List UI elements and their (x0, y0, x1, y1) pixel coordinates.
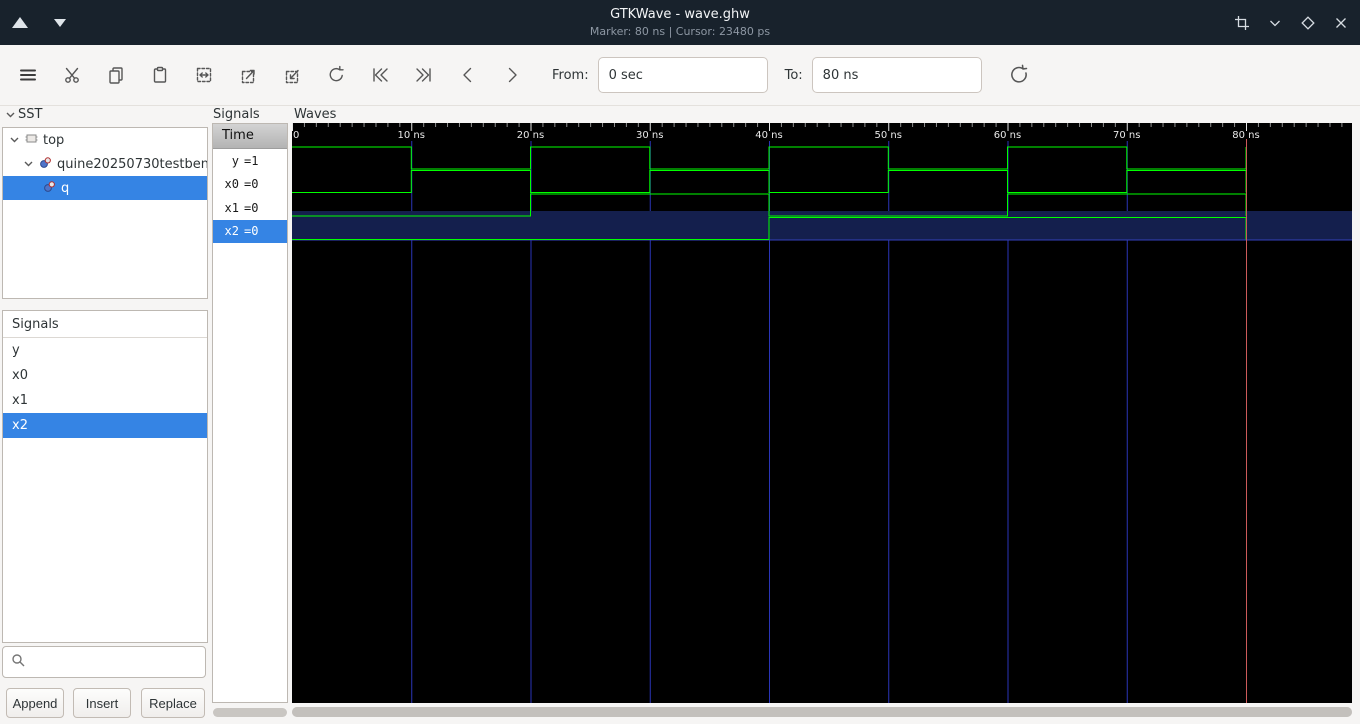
component-icon (43, 180, 56, 197)
waves-pane-label: Waves (294, 107, 337, 122)
cut-icon[interactable] (53, 56, 91, 94)
paste-icon[interactable] (141, 56, 179, 94)
trace-label-x2[interactable]: x2 =0 (213, 219, 287, 243)
signals-pane-label: Signals (213, 107, 260, 122)
tree-item-testbench[interactable]: quine20250730testbench (3, 152, 207, 176)
sst-collapse-icon[interactable] (5, 110, 16, 120)
maximize-icon[interactable] (1299, 14, 1317, 32)
signal-list-item-x0[interactable]: x0 (3, 363, 207, 388)
title-bar: GTKWave - wave.ghw Marker: 80 ns | Curso… (0, 0, 1360, 45)
previous-edge-icon[interactable] (449, 56, 487, 94)
from-label: From: (552, 67, 589, 83)
signal-list-item-y[interactable]: y (3, 338, 207, 363)
svg-text:0: 0 (293, 130, 299, 141)
chevron-down-icon[interactable] (1266, 14, 1284, 32)
expander-icon[interactable] (23, 159, 34, 169)
signal-list-item-x2[interactable]: x2 (3, 413, 207, 438)
reload-icon[interactable] (1000, 56, 1038, 94)
sst-tree: top quine20250730testbench q (2, 127, 208, 299)
svg-text:70 ns: 70 ns (1113, 130, 1140, 141)
zoom-fit-icon[interactable] (185, 56, 223, 94)
replace-button[interactable]: Replace (141, 688, 205, 718)
signal-list-item-x1[interactable]: x1 (3, 388, 207, 413)
waves-hscrollbar[interactable] (292, 707, 1352, 717)
trace-label-y[interactable]: y =1 (213, 149, 287, 173)
to-input[interactable] (811, 57, 982, 93)
copy-icon[interactable] (97, 56, 135, 94)
zoom-undo-icon[interactable] (317, 56, 355, 94)
append-button[interactable]: Append (6, 688, 64, 718)
time-header: Time (213, 124, 287, 149)
tree-item-label: top (43, 132, 65, 148)
go-to-start-icon[interactable] (361, 56, 399, 94)
signal-names-hscrollbar[interactable] (213, 708, 287, 717)
svg-text:40 ns: 40 ns (755, 130, 782, 141)
close-icon[interactable] (1332, 14, 1350, 32)
menu-icon[interactable] (9, 56, 47, 94)
sst-signals-list: Signals y x0 x1 x2 (2, 310, 208, 643)
signal-names-pane: Time y =1 x0 =0 x1 =0 x2 =0 (212, 123, 288, 703)
module-icon (25, 132, 38, 149)
expander-icon[interactable] (9, 135, 20, 145)
next-edge-icon[interactable] (493, 56, 531, 94)
from-input[interactable] (597, 57, 768, 93)
tree-item-label: q (61, 180, 70, 196)
trace-label-x1[interactable]: x1 =0 (213, 196, 287, 220)
toolbar: From: To: (0, 45, 1360, 106)
signal-search-box (2, 646, 206, 678)
zoom-out-icon[interactable] (273, 56, 311, 94)
fit-window-icon[interactable] (1233, 14, 1251, 32)
go-to-end-icon[interactable] (405, 56, 443, 94)
marker-cursor-status: Marker: 80 ns | Cursor: 23480 ps (589, 25, 771, 38)
zoom-in-icon[interactable] (229, 56, 267, 94)
component-icon (39, 156, 52, 173)
svg-text:50 ns: 50 ns (875, 130, 902, 141)
tree-item-label: quine20250730testbench (57, 156, 207, 172)
scrollbar-thumb[interactable] (292, 707, 1352, 717)
window-title: GTKWave - wave.ghw (610, 7, 750, 22)
svg-text:60 ns: 60 ns (994, 130, 1021, 141)
svg-text:30 ns: 30 ns (636, 130, 663, 141)
to-label: To: (784, 67, 803, 83)
svg-text:20 ns: 20 ns (517, 130, 544, 141)
wave-canvas[interactable]: 0 10 ns 20 ns 30 ns 40 ns 50 ns 60 ns 70 ns 80 n… (292, 123, 1352, 703)
search-icon (11, 653, 25, 671)
trace-label-x0[interactable]: x0 =0 (213, 173, 287, 197)
insert-button[interactable]: Insert (73, 688, 131, 718)
tree-item-top[interactable]: top (3, 128, 207, 152)
search-input[interactable] (31, 654, 201, 670)
signals-list-header: Signals (3, 311, 207, 338)
tree-item-q[interactable]: q (3, 176, 207, 200)
sst-pane-label: SST (5, 107, 42, 122)
svg-text:10 ns: 10 ns (398, 130, 425, 141)
